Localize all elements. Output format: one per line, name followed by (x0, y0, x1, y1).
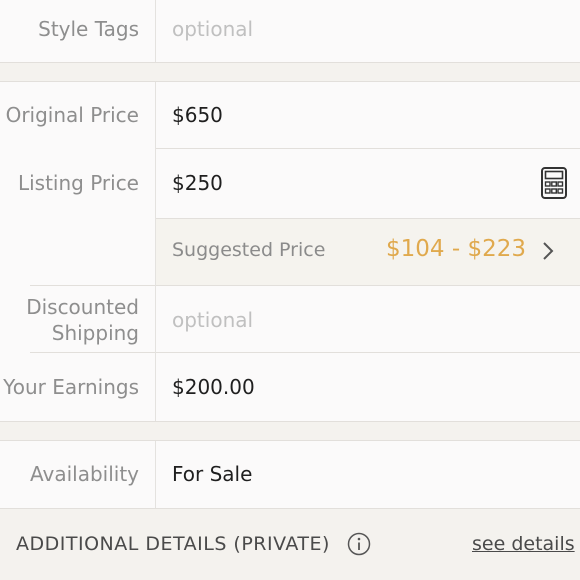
divider (30, 285, 580, 286)
listing-price-input[interactable]: $250 (172, 170, 223, 196)
section-gap (0, 421, 580, 441)
earnings-label: Your Earnings (3, 375, 139, 399)
style-tags-label: Style Tags (38, 17, 139, 41)
divider (155, 82, 156, 421)
divider (0, 421, 580, 422)
discounted-shipping-input[interactable]: optional (172, 307, 253, 333)
divider (0, 508, 580, 509)
style-tags-input[interactable]: optional (172, 16, 253, 42)
suggested-price-label: Suggested Price (172, 239, 326, 261)
original-price-label: Original Price (5, 103, 139, 127)
chevron-right-icon[interactable] (541, 241, 555, 261)
earnings-value: $200.00 (172, 375, 255, 399)
divider (0, 81, 580, 82)
info-icon[interactable] (347, 532, 371, 556)
additional-details-title: ADDITIONAL DETAILS (PRIVATE) (16, 533, 330, 555)
listing-price-label: Listing Price (17, 171, 139, 195)
divider (155, 441, 156, 508)
original-price-input[interactable]: $650 (172, 102, 223, 128)
availability-select[interactable]: For Sale (172, 461, 252, 487)
divider (30, 352, 580, 353)
divider (156, 218, 580, 219)
divider (155, 0, 156, 62)
calculator-icon[interactable] (541, 167, 567, 199)
divider (156, 148, 580, 149)
availability-label: Availability (29, 462, 139, 486)
section-gap (0, 62, 580, 82)
suggested-price-range: $104 - $223 (386, 236, 526, 262)
divider (0, 62, 580, 63)
divider (0, 440, 580, 441)
discounted-shipping-label-line1: Discounted (26, 295, 139, 319)
discounted-shipping-label-line2: Shipping (51, 321, 139, 345)
see-details-link[interactable]: see details (472, 533, 575, 555)
